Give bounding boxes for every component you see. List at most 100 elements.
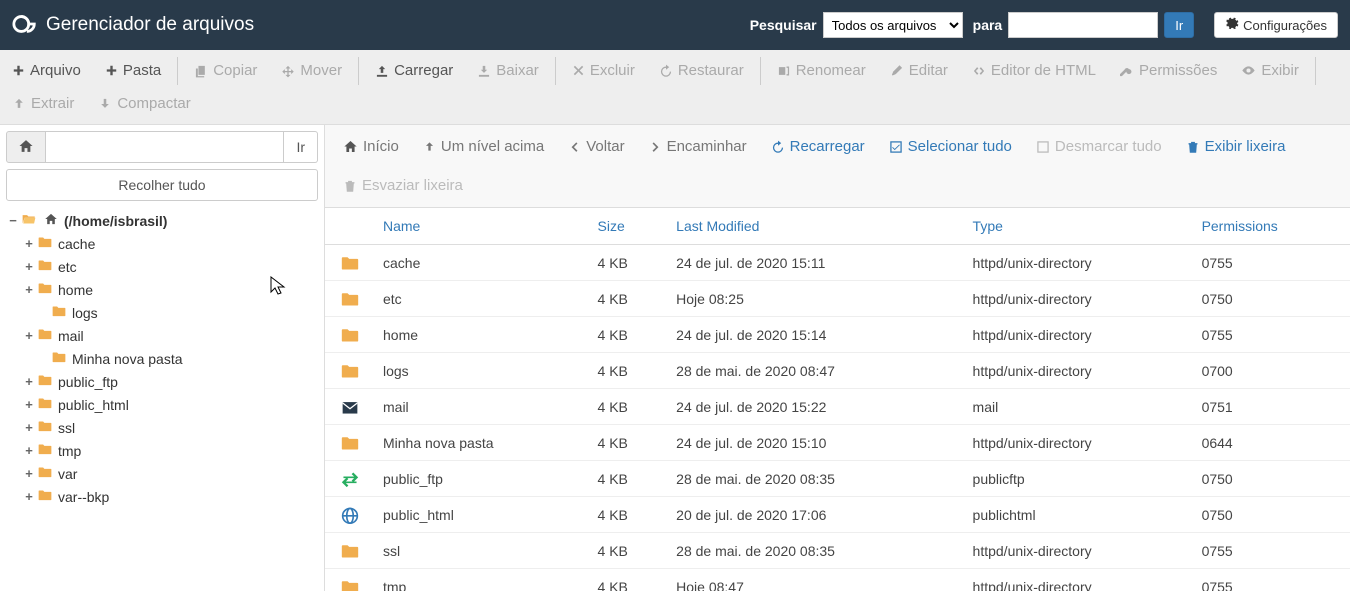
permissions-button[interactable]: Permissões [1108,54,1229,87]
main-panel: Início Um nível acima Voltar Encaminhar … [325,125,1350,591]
row-type-icon [325,245,375,281]
expand-icon[interactable]: + [22,282,36,297]
col-name[interactable]: Name [375,208,590,245]
expand-icon[interactable]: + [22,374,36,389]
cell-name: cache [375,245,590,281]
compress-button[interactable]: Compactar [86,87,202,120]
tree-item-label: logs [72,305,98,321]
tree-item[interactable]: +tmp [22,439,318,462]
select-all-button[interactable]: Selecionar tudo [879,131,1022,162]
back-button[interactable]: Voltar [558,131,634,162]
tree-item[interactable]: +public_html [22,393,318,416]
expand-icon[interactable]: + [22,328,36,343]
empty-trash-button[interactable]: Esvaziar lixeira [333,170,473,201]
expand-icon[interactable]: + [22,420,36,435]
tree-item[interactable]: + public_ftp [22,370,318,393]
cell-modified: 24 de jul. de 2020 15:14 [668,317,964,353]
tree-item-label: var [58,466,77,482]
cell-modified: 24 de jul. de 2020 15:22 [668,389,964,425]
tree-item[interactable]: +var--bkp [22,485,318,508]
table-row[interactable]: ssl4 KB28 de mai. de 2020 08:35httpd/uni… [325,533,1350,569]
deselect-all-button[interactable]: Desmarcar tudo [1026,131,1172,162]
search-scope-select[interactable]: Todos os arquivos [823,12,963,38]
tree-item[interactable]: logs [36,301,318,324]
gear-icon [1225,17,1239,34]
delete-button[interactable]: Excluir [560,54,647,87]
row-type-icon [325,497,375,533]
expand-icon[interactable]: + [22,466,36,481]
restore-button[interactable]: Restaurar [647,54,756,87]
cell-size: 4 KB [590,389,669,425]
new-folder-button[interactable]: Pasta [93,54,173,87]
cell-type: httpd/unix-directory [965,245,1194,281]
up-level-button[interactable]: Um nível acima [413,131,554,162]
table-row[interactable]: tmp4 KBHoje 08:47httpd/unix-directory075… [325,569,1350,592]
table-row[interactable]: logs4 KB28 de mai. de 2020 08:47httpd/un… [325,353,1350,389]
collapse-all-button[interactable]: Recolher tudo [6,169,318,201]
tree-item[interactable]: +etc [22,255,318,278]
tree-item[interactable]: +home [22,278,318,301]
cell-size: 4 KB [590,245,669,281]
view-trash-button[interactable]: Exibir lixeira [1176,131,1296,162]
tree-item[interactable]: Minha nova pasta [36,347,318,370]
tree-root-label: (/home/isbrasil) [64,213,167,229]
view-button[interactable]: Exibir [1229,54,1311,87]
upload-button[interactable]: Carregar [363,54,465,87]
search-go-button[interactable]: Ir [1164,12,1194,38]
col-perms[interactable]: Permissions [1194,208,1350,245]
extract-button[interactable]: Extrair [0,87,86,120]
file-table-wrapper[interactable]: Name Size Last Modified Type Permissions… [325,208,1350,591]
html-editor-button[interactable]: Editor de HTML [960,54,1108,87]
expand-icon[interactable]: + [22,397,36,412]
tree-item-label: public_ftp [58,374,118,390]
col-modified[interactable]: Last Modified [668,208,964,245]
table-row[interactable]: mail4 KB24 de jul. de 2020 15:22mail0751 [325,389,1350,425]
home-link[interactable]: Início [333,131,409,162]
path-input[interactable] [46,131,284,163]
tree-item[interactable]: + var [22,462,318,485]
col-size[interactable]: Size [590,208,669,245]
tree-root[interactable]: − (/home/isbrasil) [6,209,318,232]
tree-item[interactable]: + ssl [22,416,318,439]
forward-button[interactable]: Encaminhar [639,131,757,162]
row-type-icon [325,461,375,497]
edit-button[interactable]: Editar [878,54,960,87]
row-type-icon [325,569,375,592]
home-button[interactable] [6,131,46,163]
app-title: Gerenciador de arquivos [46,14,254,36]
table-row[interactable]: Minha nova pasta4 KB24 de jul. de 2020 1… [325,425,1350,461]
cell-size: 4 KB [590,317,669,353]
expand-icon[interactable]: + [22,236,36,251]
para-label: para [973,17,1003,33]
search-input[interactable] [1008,12,1158,38]
settings-label: Configurações [1243,18,1327,33]
expand-icon[interactable]: + [22,443,36,458]
navigate-button[interactable]: Ir [284,131,318,163]
col-type[interactable]: Type [965,208,1194,245]
tree-item[interactable]: +mail [22,324,318,347]
tree-item[interactable]: +cache [22,232,318,255]
expand-icon[interactable]: + [22,489,36,504]
search-group: Pesquisar Todos os arquivos para Ir Conf… [750,12,1338,38]
move-button[interactable]: Mover [269,54,354,87]
table-row[interactable]: etc4 KBHoje 08:25httpd/unix-directory075… [325,281,1350,317]
folder-icon [50,304,68,321]
tree-item-label: ssl [58,420,75,436]
folder-icon [36,373,54,390]
cell-perms: 0755 [1194,317,1350,353]
reload-button[interactable]: Recarregar [761,131,875,162]
cell-name: public_ftp [375,461,590,497]
rename-button[interactable]: Renomear [765,54,878,87]
table-row[interactable]: cache4 KB24 de jul. de 2020 15:11httpd/u… [325,245,1350,281]
table-row[interactable]: public_ftp4 KB28 de mai. de 2020 08:35pu… [325,461,1350,497]
settings-button[interactable]: Configurações [1214,12,1338,38]
new-file-button[interactable]: Arquivo [0,54,93,87]
cell-modified: 28 de mai. de 2020 08:35 [668,533,964,569]
collapse-icon[interactable]: − [6,213,20,228]
expand-icon[interactable]: + [22,259,36,274]
download-button[interactable]: Baixar [465,54,551,87]
copy-button[interactable]: Copiar [182,54,269,87]
cell-name: logs [375,353,590,389]
table-row[interactable]: home4 KB24 de jul. de 2020 15:14httpd/un… [325,317,1350,353]
table-row[interactable]: public_html4 KB20 de jul. de 2020 17:06p… [325,497,1350,533]
